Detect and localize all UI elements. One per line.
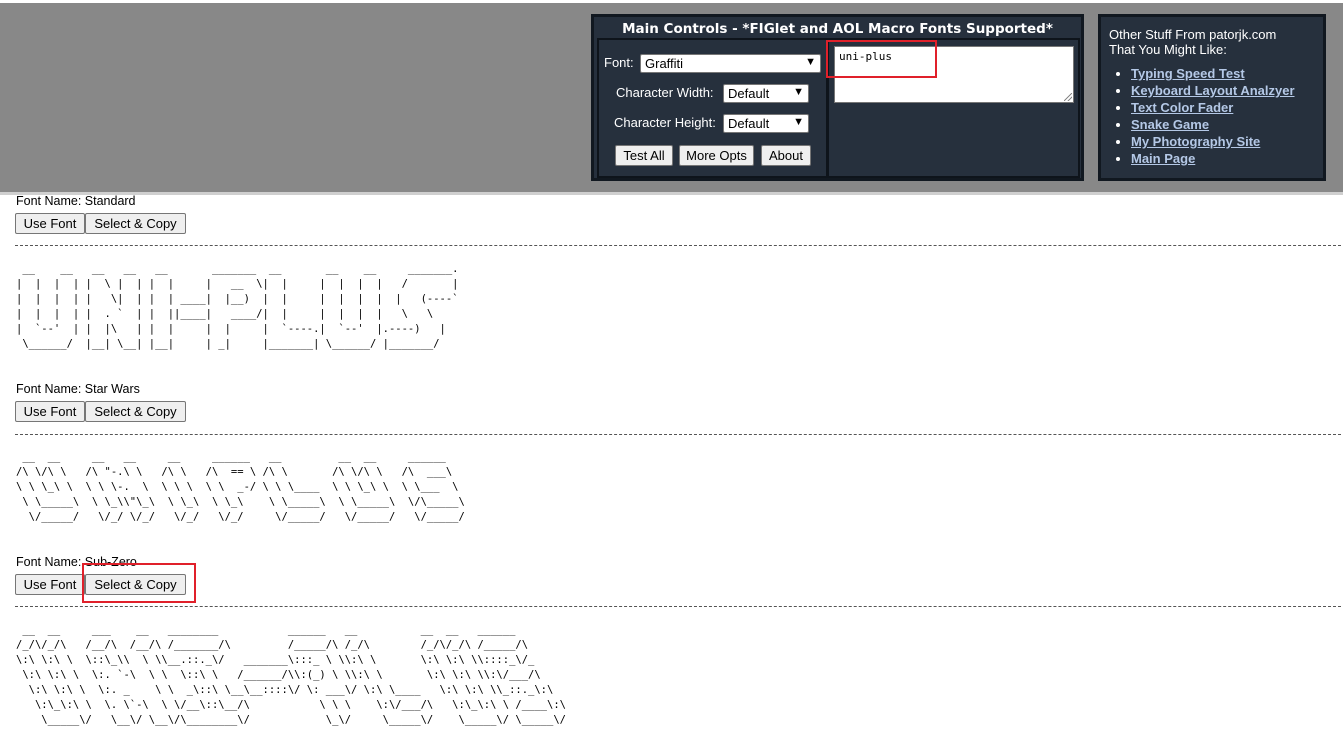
font-label: Font: — [604, 55, 634, 70]
highlight-box — [826, 40, 937, 78]
list-item: Main Page — [1131, 150, 1323, 167]
other-stuff-heading-line2: That You Might Like: — [1109, 42, 1227, 57]
ascii-art-standard: __ __ __ __ __ _______ __ __ __ _______.… — [16, 263, 459, 350]
list-item: My Photography Site — [1131, 133, 1323, 150]
chevron-down-icon: ▼ — [793, 116, 804, 128]
use-font-button[interactable]: Use Font — [15, 213, 85, 234]
use-font-button[interactable]: Use Font — [15, 401, 85, 422]
chevron-down-icon: ▼ — [793, 86, 804, 98]
chevron-down-icon: ▼ — [805, 56, 816, 68]
divider — [15, 606, 1341, 607]
link-typing-speed-test[interactable]: Typing Speed Test — [1131, 66, 1245, 81]
other-stuff-links: Typing Speed Test Keyboard Layout Analzy… — [1101, 65, 1323, 167]
use-font-button[interactable]: Use Font — [15, 574, 85, 595]
more-opts-button[interactable]: More Opts — [679, 145, 754, 166]
char-height-label: Character Height: — [614, 115, 716, 130]
controls-left-section: Font: Graffiti ▼ Character Width: Defaul… — [597, 38, 828, 178]
list-item: Snake Game — [1131, 116, 1323, 133]
font-name-star-wars: Font Name: Star Wars — [16, 382, 140, 396]
main-controls-title: Main Controls - *FIGlet and AOL Macro Fo… — [622, 21, 1053, 37]
other-stuff-panel: Other Stuff From patorjk.com That You Mi… — [1098, 14, 1326, 181]
select-copy-button[interactable]: Select & Copy — [85, 213, 186, 234]
select-copy-button[interactable]: Select & Copy — [85, 401, 186, 422]
link-keyboard-layout-analyzer[interactable]: Keyboard Layout Analzyer — [1131, 83, 1295, 98]
font-name-standard: Font Name: Standard — [16, 194, 136, 208]
test-all-button[interactable]: Test All — [615, 145, 673, 166]
char-width-label: Character Width: — [616, 85, 714, 100]
link-main-page[interactable]: Main Page — [1131, 151, 1195, 166]
font-select[interactable]: Graffiti ▼ — [640, 54, 821, 73]
other-stuff-heading-line1: Other Stuff From patorjk.com — [1109, 27, 1277, 42]
about-button[interactable]: About — [761, 145, 811, 166]
list-item: Typing Speed Test — [1131, 65, 1323, 82]
char-width-value: Default — [728, 86, 770, 101]
list-item: Text Color Fader — [1131, 99, 1323, 116]
highlight-box — [82, 563, 196, 603]
other-stuff-heading: Other Stuff From patorjk.com That You Mi… — [1109, 27, 1324, 57]
divider — [15, 245, 1341, 246]
link-snake-game[interactable]: Snake Game — [1131, 117, 1209, 132]
resize-grip-icon[interactable] — [1064, 93, 1072, 101]
link-text-color-fader[interactable]: Text Color Fader — [1131, 100, 1233, 115]
char-height-value: Default — [728, 116, 770, 131]
divider — [15, 434, 1341, 435]
font-select-value: Graffiti — [645, 56, 684, 71]
ascii-art-sub-zero: __ __ ___ __ ________ ______ __ __ __ __… — [16, 624, 566, 726]
char-height-select[interactable]: Default ▼ — [723, 114, 809, 133]
link-photography-site[interactable]: My Photography Site — [1131, 134, 1260, 149]
ascii-art-star-wars: __ __ __ __ __ ______ __ __ __ ______ /\… — [16, 451, 465, 523]
list-item: Keyboard Layout Analzyer — [1131, 82, 1323, 99]
char-width-select[interactable]: Default ▼ — [723, 84, 809, 103]
